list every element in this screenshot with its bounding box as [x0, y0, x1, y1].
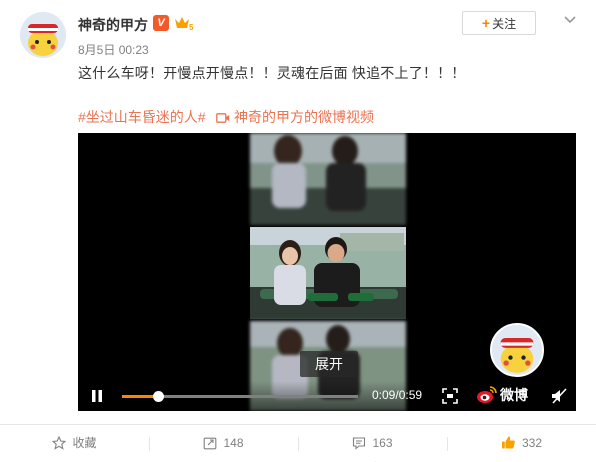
- thumbs-up-icon: [501, 436, 515, 449]
- follow-button[interactable]: + 关注: [462, 11, 536, 35]
- comment-icon: [353, 437, 366, 450]
- video-avatar[interactable]: [490, 323, 544, 377]
- post-time: 00:23: [118, 43, 149, 57]
- video-frame-main: [250, 227, 406, 319]
- current-time: 0:09: [372, 388, 396, 402]
- avatar[interactable]: [20, 12, 66, 58]
- weibo-logo: 微博: [476, 385, 538, 407]
- chevron-down-icon[interactable]: [562, 11, 578, 27]
- expand-button[interactable]: 展开: [300, 351, 358, 377]
- plus-icon: +: [481, 15, 491, 31]
- username[interactable]: 神奇的甲方: [78, 15, 148, 35]
- pause-icon[interactable]: [90, 389, 104, 403]
- comment-count: 163: [372, 436, 393, 450]
- duration: 0:59: [398, 388, 423, 402]
- progress-bar[interactable]: [122, 391, 358, 402]
- comment-caret-icon: [369, 455, 381, 462]
- like-button[interactable]: 332: [447, 425, 596, 462]
- progress-thumb[interactable]: [153, 391, 165, 402]
- weibo-brand: 微博: [500, 387, 528, 403]
- post-date: 8月5日: [78, 43, 116, 57]
- star-icon: [52, 435, 67, 450]
- video-source-label: 神奇的甲方的微博视频: [234, 109, 374, 125]
- topic-link[interactable]: #坐过山车昏迷的人#: [78, 107, 206, 127]
- video-controls: 0:09/0:59 微博: [78, 381, 576, 411]
- repost-count: 148: [223, 436, 244, 450]
- repost-icon: [204, 437, 217, 450]
- video-player[interactable]: 展开 0:09/0:59 微博: [78, 133, 576, 411]
- post-timestamp[interactable]: 8月5日 00:23: [78, 41, 149, 58]
- follow-label: 关注: [492, 17, 517, 31]
- fullscreen-icon[interactable]: [442, 388, 458, 404]
- video-frame-top: [250, 133, 406, 225]
- video-icon: [216, 113, 230, 123]
- weibo-eye-icon: [477, 386, 497, 403]
- video-source-link[interactable]: 神奇的甲方的微博视频: [216, 107, 374, 127]
- repost-button[interactable]: 148: [149, 425, 298, 462]
- svg-text:5: 5: [189, 23, 194, 31]
- favorite-label: 收藏: [72, 436, 97, 450]
- like-count: 332: [521, 436, 543, 450]
- vip-level-badge-icon: 5: [174, 15, 194, 32]
- post-text: 这什么车呀！开慢点开慢点！！灵魂在后面 快追不上了！！！: [78, 65, 466, 81]
- verified-badge-icon: V: [153, 15, 169, 31]
- time-readout: 0:09/0:59: [372, 388, 423, 402]
- favorite-button[interactable]: 收藏: [0, 425, 149, 462]
- mute-icon[interactable]: [550, 387, 568, 405]
